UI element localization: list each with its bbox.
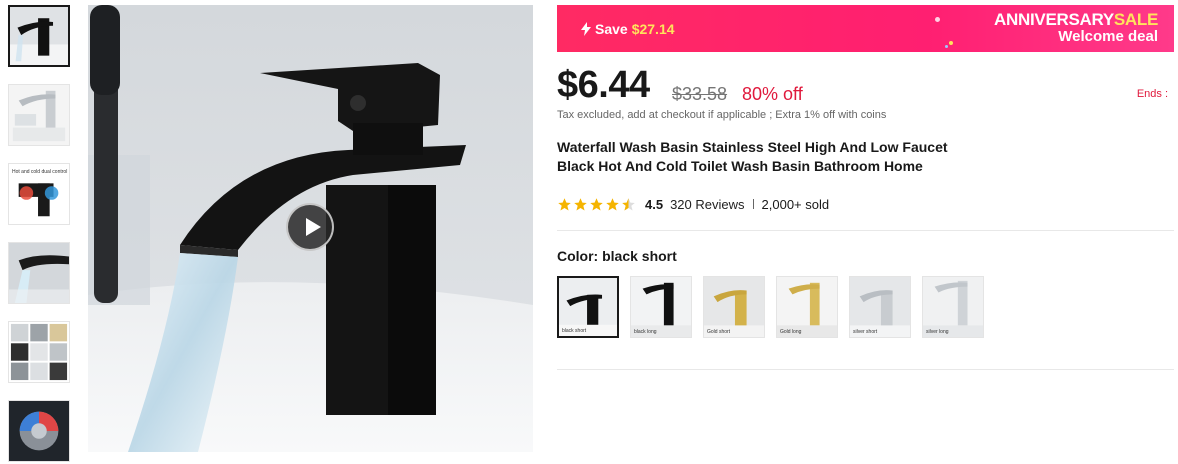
anniversary-sale-banner: Save $27.14 ANNIVERSARYSALE Welcome deal bbox=[557, 5, 1174, 52]
star-full-icon bbox=[574, 197, 587, 210]
anniversary-text: ANNIVERSARY bbox=[994, 10, 1114, 29]
product-info-panel: Save $27.14 ANNIVERSARYSALE Welcome deal… bbox=[557, 5, 1174, 370]
faucet-silver-short-icon bbox=[850, 277, 910, 337]
star-half-icon bbox=[622, 197, 635, 210]
valve-thumb-icon bbox=[9, 401, 69, 461]
star-rating bbox=[557, 197, 636, 212]
discount-percent: 80% off bbox=[742, 84, 803, 104]
price-row: $6.44 $33.58 80% off Ends : bbox=[557, 52, 1174, 107]
confetti-decoration bbox=[935, 17, 940, 22]
faucet-black-thumb-icon bbox=[10, 7, 68, 65]
swatch-caption: silver long bbox=[926, 329, 949, 335]
waterfall-thumb-icon bbox=[9, 243, 69, 303]
divider bbox=[557, 369, 1174, 370]
swatch-caption: black short bbox=[562, 328, 587, 334]
star-full-icon bbox=[606, 197, 619, 210]
thumbnail-waterfall[interactable] bbox=[8, 242, 70, 304]
save-amount-label: Save $27.14 bbox=[581, 21, 675, 37]
faucet-gold-long-icon bbox=[777, 277, 837, 337]
save-amount: $27.14 bbox=[631, 21, 675, 37]
swatch-caption: Gold short bbox=[707, 329, 731, 335]
swatch-gold-short[interactable]: Gold short bbox=[703, 276, 765, 338]
thumbnail-hot-cold-caption: Hot and cold dual control bbox=[12, 169, 68, 175]
star-full-icon bbox=[590, 197, 603, 210]
swatch-silver-short[interactable]: silver short bbox=[849, 276, 911, 338]
color-swatches: black short black long Gold short Gold l… bbox=[557, 276, 1174, 338]
faucet-black-long-icon bbox=[631, 277, 691, 337]
reviews-link[interactable]: 320 Reviews bbox=[670, 197, 744, 212]
faucet-chrome-thumb-icon bbox=[9, 85, 69, 145]
product-title: Waterfall Wash Basin Stainless Steel Hig… bbox=[557, 139, 948, 174]
deal-ends-label: Ends : bbox=[1136, 88, 1168, 100]
welcome-deal-text: Welcome deal bbox=[1058, 28, 1158, 45]
tax-note: Tax excluded, add at checkout if applica… bbox=[557, 109, 887, 121]
star-full-icon bbox=[558, 197, 571, 210]
faucet-gold-short-icon bbox=[704, 277, 764, 337]
sold-count: 2,000+ sold bbox=[761, 196, 830, 212]
swatch-caption: silver short bbox=[853, 329, 878, 335]
play-video-button[interactable] bbox=[286, 203, 334, 251]
thumbnail-valve[interactable] bbox=[8, 400, 70, 462]
original-price: $33.58 bbox=[672, 84, 728, 104]
rating-row: 4.5 320 Reviews 2,000+ sold bbox=[557, 195, 1174, 213]
swatch-caption: black long bbox=[634, 329, 657, 335]
thumbnail-black-faucet[interactable] bbox=[8, 5, 70, 67]
swatch-black-long[interactable]: black long bbox=[630, 276, 692, 338]
color-label: Color: black short bbox=[557, 248, 677, 264]
confetti-decoration bbox=[949, 41, 953, 45]
rating-score: 4.5 bbox=[645, 196, 664, 212]
main-product-image[interactable] bbox=[88, 5, 533, 452]
thumbnail-hot-cold[interactable]: Hot and cold dual control bbox=[8, 163, 70, 225]
lightning-icon bbox=[581, 22, 591, 36]
grid-thumb-icon bbox=[9, 322, 69, 382]
save-prefix: Save bbox=[595, 21, 628, 37]
thumbnail-chrome-faucet[interactable] bbox=[8, 84, 70, 146]
sale-text: SALE bbox=[1113, 10, 1158, 29]
confetti-decoration bbox=[945, 45, 948, 48]
swatch-silver-long[interactable]: silver long bbox=[922, 276, 984, 338]
divider bbox=[557, 230, 1174, 231]
thumbnail-grid[interactable] bbox=[8, 321, 70, 383]
swatch-caption: Gold long bbox=[780, 329, 802, 335]
current-price: $6.44 bbox=[557, 64, 650, 106]
faucet-silver-long-icon bbox=[923, 277, 983, 337]
thumbnail-strip: Hot and cold dual control bbox=[8, 5, 72, 464]
divider bbox=[752, 199, 754, 209]
swatch-black-short[interactable]: black short bbox=[557, 276, 619, 338]
swatch-gold-long[interactable]: Gold long bbox=[776, 276, 838, 338]
anniversary-sale-title: ANNIVERSARYSALE Welcome deal bbox=[994, 11, 1158, 45]
